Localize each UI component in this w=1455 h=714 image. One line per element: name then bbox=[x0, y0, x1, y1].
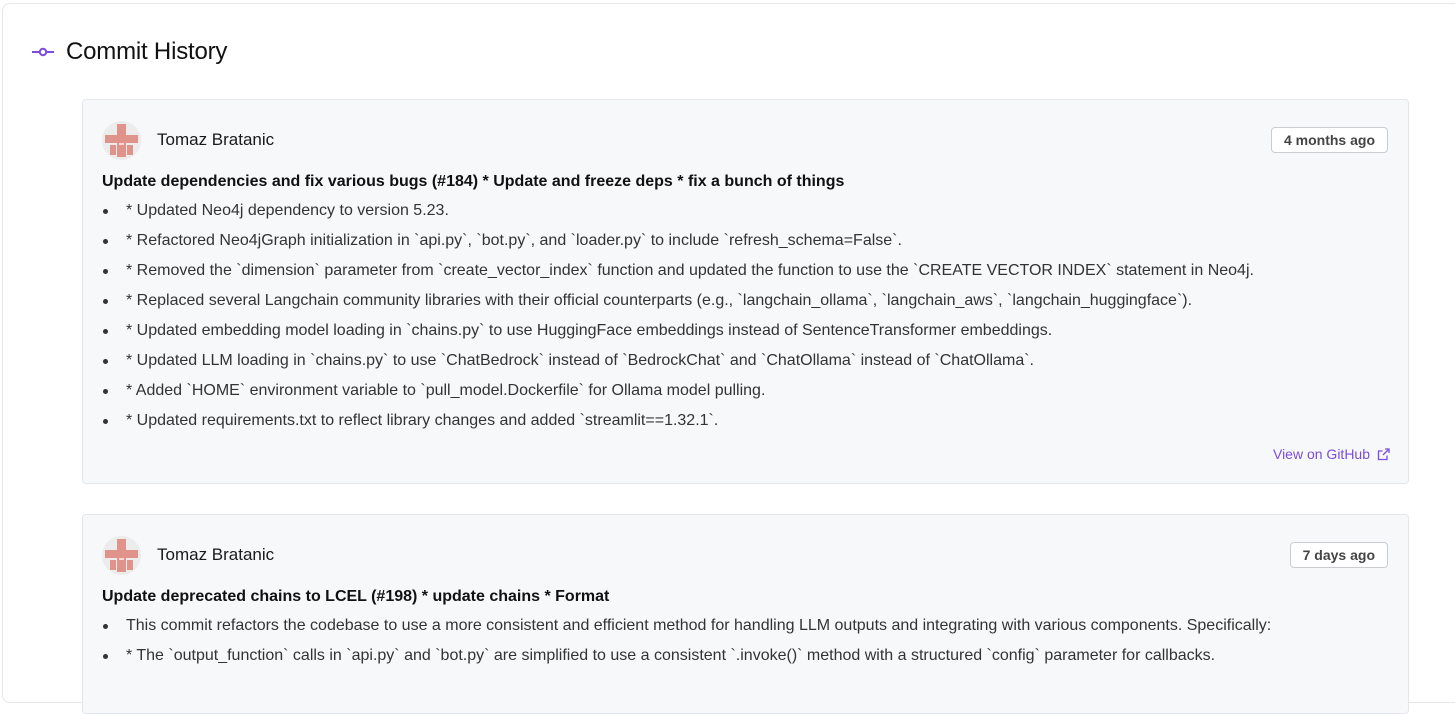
author-name: Tomaz Bratanic bbox=[157, 545, 275, 564]
commit-card-header: Tomaz Bratanic 4 months ago bbox=[102, 120, 1388, 160]
list-item: * Added `HOME` environment variable to `… bbox=[102, 376, 1388, 406]
list-item: * Removed the `dimension` parameter from… bbox=[102, 256, 1388, 286]
commit-message-list: This commit refactors the codebase to us… bbox=[102, 611, 1388, 671]
list-item: * Updated Neo4j dependency to version 5.… bbox=[102, 196, 1388, 226]
commit-title: Update dependencies and fix various bugs… bbox=[102, 173, 845, 190]
commit-card: Tomaz Bratanic 4 months ago Update depen… bbox=[82, 99, 1409, 484]
list-item: * The `output_function` calls in `api.py… bbox=[102, 641, 1388, 671]
commit-title: Update deprecated chains to LCEL (#198) … bbox=[102, 588, 610, 605]
list-item: * Replaced several Langchain community l… bbox=[102, 286, 1388, 316]
commit-history-header: Commit History bbox=[32, 36, 227, 68]
commit-time-badge: 7 days ago bbox=[1289, 542, 1388, 568]
commit-message-list: * Updated Neo4j dependency to version 5.… bbox=[102, 196, 1388, 436]
list-item: This commit refactors the codebase to us… bbox=[102, 611, 1388, 641]
commit-card-header: Tomaz Bratanic 7 days ago bbox=[102, 535, 1388, 575]
commit-card: Tomaz Bratanic 7 days ago Update depreca… bbox=[82, 514, 1409, 714]
list-item: * Updated requirements.txt to reflect li… bbox=[102, 406, 1388, 436]
commit-author: Tomaz Bratanic bbox=[102, 535, 275, 575]
avatar bbox=[102, 535, 141, 575]
list-item: * Updated LLM loading in `chains.py` to … bbox=[102, 346, 1388, 376]
external-link-icon bbox=[1377, 447, 1390, 460]
git-commit-icon bbox=[32, 47, 54, 57]
page-title: Commit History bbox=[66, 38, 228, 65]
commit-author: Tomaz Bratanic bbox=[102, 120, 275, 160]
author-name: Tomaz Bratanic bbox=[157, 130, 275, 149]
view-on-github-label: View on GitHub bbox=[1272, 446, 1370, 462]
commit-time-badge: 4 months ago bbox=[1270, 127, 1388, 153]
list-item: * Refactored Neo4jGraph initialization i… bbox=[102, 226, 1388, 256]
list-item: * Updated embedding model loading in `ch… bbox=[102, 316, 1388, 346]
avatar bbox=[102, 120, 141, 160]
view-on-github-link[interactable]: View on GitHub bbox=[1273, 446, 1390, 462]
